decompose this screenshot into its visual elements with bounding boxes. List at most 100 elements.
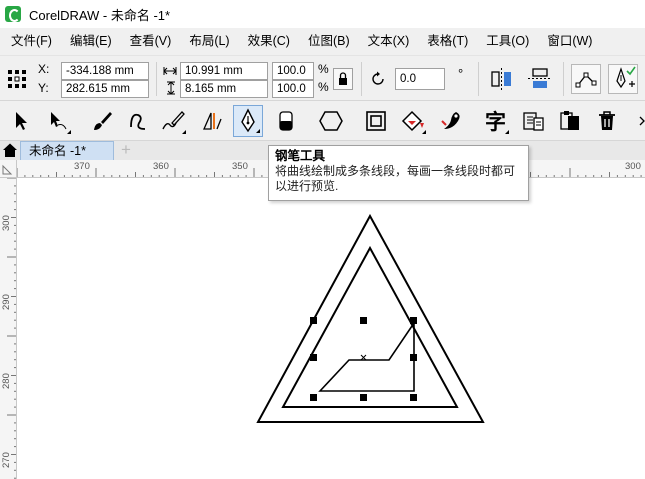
scale-y-field[interactable]: 100.0: [272, 80, 314, 98]
ruler-origin[interactable]: [0, 160, 17, 178]
tooltip-body: 将曲线绘制成多条线段，每画一条线段时都可以进行预览.: [275, 164, 516, 193]
rotation-angle-field[interactable]: 0.0: [395, 68, 445, 90]
menu-table[interactable]: 表格(T): [418, 28, 477, 55]
home-icon[interactable]: [2, 142, 18, 158]
drawing-surface: [256, 213, 485, 423]
pen-plus-icon: [616, 66, 636, 89]
selection-handle[interactable]: [410, 394, 417, 401]
property-bar: X: Y: -334.188 mm 282.615 mm 10.991 mm 8…: [0, 55, 645, 101]
percent-x-label: %: [318, 62, 329, 76]
edit-node-button[interactable]: [571, 64, 601, 94]
node-edit-icon: [575, 72, 597, 88]
flyout-indicator: [505, 130, 509, 134]
svg-text:字: 字: [485, 110, 506, 134]
flyout-indicator: [256, 129, 260, 133]
hexagon-icon: [319, 111, 343, 131]
interactive-fill-tool[interactable]: [398, 105, 428, 137]
add-document-tab[interactable]: +: [116, 141, 136, 159]
ruler-label: 350: [232, 161, 248, 172]
selection-handle[interactable]: [360, 394, 367, 401]
selection-handle[interactable]: [410, 317, 417, 324]
rotation-icon: [372, 71, 384, 85]
dropper-icon: [441, 112, 460, 129]
coreldraw-logo-icon: [5, 6, 21, 22]
reference-point-icon[interactable]: [6, 68, 28, 90]
width-arrow-icon: [163, 67, 177, 75]
pen-drawn-shape[interactable]: [318, 320, 415, 392]
y-label: Y:: [38, 81, 49, 95]
mirror-horizontal-button[interactable]: [487, 65, 517, 93]
more-tools-icon: [639, 116, 645, 126]
ruler-origin-icon: [2, 164, 13, 175]
pointer-arrow-icon: [16, 112, 27, 130]
separator: [361, 62, 362, 96]
degree-label: °: [458, 66, 464, 81]
polygon-tool[interactable]: [316, 105, 346, 137]
x-position-field[interactable]: -334.188 mm: [61, 62, 149, 80]
menu-bar: 文件(F) 编辑(E) 查看(V) 布局(L) 效果(C) 位图(B) 文本(X…: [0, 28, 645, 55]
y-position-field[interactable]: 282.615 mm: [61, 80, 149, 98]
width-field[interactable]: 10.991 mm: [180, 62, 268, 80]
separator: [563, 62, 564, 96]
dimension-tool[interactable]: [197, 105, 227, 137]
scale-x-field[interactable]: 100.0: [272, 62, 314, 80]
selection-handle[interactable]: [310, 394, 317, 401]
selection-handle[interactable]: [410, 354, 417, 361]
menu-bitmaps[interactable]: 位图(B): [299, 28, 359, 55]
freehand-tool[interactable]: [158, 105, 188, 137]
bezier-tool[interactable]: [124, 105, 154, 137]
clipboard-tool[interactable]: [555, 105, 585, 137]
mirror-vertical-icon: [528, 68, 552, 88]
menu-window[interactable]: 窗口(W): [538, 28, 601, 55]
flyout-indicator: [182, 130, 186, 134]
pen-tool[interactable]: [233, 105, 263, 137]
selection-handle[interactable]: [360, 317, 367, 324]
toolbox-overflow[interactable]: [636, 111, 645, 131]
ruler-label: 290: [1, 294, 12, 310]
menu-file[interactable]: 文件(F): [2, 28, 61, 55]
title-bar: CorelDRAW - 未命名 -1*: [0, 0, 645, 28]
ruler-label: 300: [1, 215, 12, 231]
ruler-label: 280: [1, 373, 12, 389]
document-tab[interactable]: 未命名 -1*: [20, 141, 114, 160]
menu-view[interactable]: 查看(V): [121, 28, 181, 55]
flyout-indicator: [422, 130, 426, 134]
ruler-label: 300: [625, 161, 641, 172]
smart-fill-tool[interactable]: [436, 105, 466, 137]
delete-tool[interactable]: [592, 105, 622, 137]
vertical-ruler[interactable]: 300 290 280 270: [0, 178, 17, 479]
x-label: X:: [38, 62, 50, 76]
menu-edit[interactable]: 编辑(E): [61, 28, 121, 55]
brush-icon: [94, 112, 112, 130]
height-arrow-icon: [167, 81, 175, 95]
coreldraw-window: CorelDRAW - 未命名 -1* 文件(F) 编辑(E) 查看(V) 布局…: [0, 0, 645, 479]
outline-tool[interactable]: [361, 105, 391, 137]
mirror-vertical-button[interactable]: [525, 65, 555, 93]
height-field[interactable]: 8.165 mm: [180, 80, 268, 98]
add-node-button[interactable]: [608, 64, 638, 94]
clipboard-icon: [560, 111, 579, 130]
selection-handle[interactable]: [310, 354, 317, 361]
lock-icon: [339, 72, 347, 85]
menu-layout[interactable]: 布局(L): [180, 28, 238, 55]
selection-handle[interactable]: [310, 317, 317, 324]
eraser-tool[interactable]: [271, 105, 301, 137]
ruler-label: 270: [1, 452, 12, 468]
shape-tool[interactable]: [43, 105, 73, 137]
text-tool[interactable]: 字: [481, 105, 511, 137]
ruler-label: 370: [74, 161, 90, 172]
menu-effects[interactable]: 效果(C): [239, 28, 299, 55]
trash-icon: [599, 111, 615, 130]
pick-tool[interactable]: [6, 105, 36, 137]
drawing-canvas[interactable]: [18, 179, 645, 479]
menu-text[interactable]: 文本(X): [359, 28, 419, 55]
flyout-indicator: [67, 130, 71, 134]
artistic-media-tool[interactable]: [87, 105, 117, 137]
lock-ratio-button[interactable]: [333, 68, 353, 90]
separator: [478, 62, 479, 96]
columns-tool[interactable]: [518, 105, 548, 137]
outline-square-icon: [366, 111, 386, 131]
window-title: CorelDRAW - 未命名 -1*: [29, 7, 171, 23]
tooltip-title: 钢笔工具: [275, 149, 326, 163]
menu-tools[interactable]: 工具(O): [477, 28, 538, 55]
